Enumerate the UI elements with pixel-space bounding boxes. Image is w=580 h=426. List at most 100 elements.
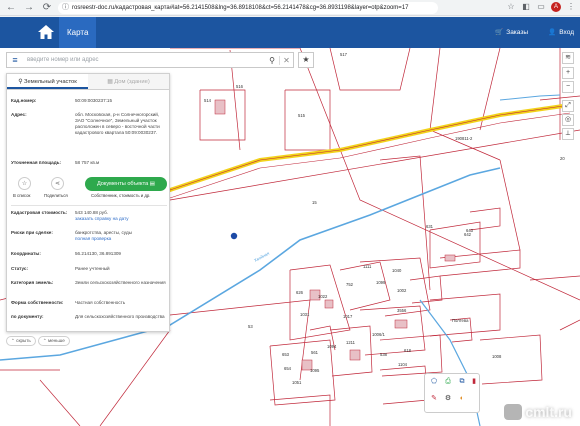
kebab-menu-icon[interactable]: ⋮ bbox=[566, 2, 576, 12]
cad-num-value[interactable]: 50:09:0030237:15 bbox=[75, 98, 167, 104]
map-label: 1051 bbox=[292, 380, 302, 385]
map-label: 53 bbox=[248, 324, 253, 329]
coords-value: 56.214130, 36.891309 bbox=[75, 251, 121, 256]
clear-icon[interactable]: ✕ bbox=[279, 55, 293, 65]
object-documents-button[interactable]: Документы объекта ▤ bbox=[85, 177, 167, 191]
share-button[interactable]: ⋖ bbox=[51, 177, 64, 190]
map-label: 15 bbox=[312, 200, 317, 205]
less-button[interactable]: ⌃ меньше bbox=[37, 336, 70, 346]
add-to-list-button[interactable]: ☆ bbox=[18, 177, 31, 190]
object-documents-sub: Собственник, стоимость и др. bbox=[91, 193, 151, 198]
map-label: 1099 bbox=[376, 280, 386, 285]
usage-label: по документу: bbox=[11, 314, 44, 319]
panel-collapse-controls: ⌃ скрыть ⌃ меньше bbox=[6, 336, 70, 346]
selected-parcel-marker[interactable] bbox=[230, 232, 238, 240]
map-label: 1022 bbox=[318, 294, 328, 299]
search-icon[interactable]: ⚲ bbox=[265, 56, 279, 65]
fullscreen-icon[interactable]: ⤢ bbox=[562, 100, 574, 112]
tab-map[interactable]: Карта bbox=[59, 17, 97, 48]
category-label: Категория земель: bbox=[11, 280, 54, 285]
status-label: Статус: bbox=[11, 266, 29, 271]
map-label: 561 bbox=[311, 350, 319, 355]
map-label: 1095 bbox=[310, 368, 320, 373]
search-bar: ≡ введите номер или адрес ⚲ ✕ bbox=[6, 52, 294, 68]
tab-icon[interactable]: ▭ bbox=[536, 2, 546, 12]
camera-icon bbox=[504, 404, 523, 420]
usage-row: по документу: Для сельскохозяйственного … bbox=[11, 314, 167, 320]
cad-num-row: Кад.номер: 50:09:0030237:15 bbox=[11, 98, 167, 104]
hide-panel-button[interactable]: ⌃ скрыть bbox=[6, 336, 36, 346]
polygon-tool-icon[interactable]: ⬠ bbox=[429, 377, 439, 387]
address-value: обл. Московская, р-н Солнечногорский, ЗА… bbox=[75, 112, 160, 135]
hamburger-menu-icon[interactable]: ≡ bbox=[7, 55, 23, 65]
orders-link[interactable]: 🛒 Заказы bbox=[495, 17, 528, 48]
object-documents-label: Документы объекта bbox=[96, 181, 149, 187]
login-link[interactable]: 👤 Вход bbox=[548, 17, 574, 48]
copy-tool-icon[interactable]: ⧉ bbox=[457, 377, 467, 387]
order-cost-certificate-link[interactable]: заказать справку на дату bbox=[75, 216, 167, 222]
map-label: 752 bbox=[346, 282, 354, 287]
orders-label: Заказы bbox=[506, 29, 528, 36]
user-icon: 👤 bbox=[548, 29, 557, 36]
address-row: Адрес: обл. Московская, р-н Солнечногорс… bbox=[11, 112, 167, 136]
locate-icon[interactable]: ◎ bbox=[562, 114, 574, 126]
risk-label: Риски при сделке: bbox=[11, 230, 53, 235]
zoom-out-icon[interactable]: − bbox=[562, 81, 574, 93]
home-icon[interactable] bbox=[36, 23, 56, 41]
map-label: 654 bbox=[284, 366, 292, 371]
map-label: 1211 bbox=[346, 340, 356, 345]
map-label: 626 bbox=[296, 290, 304, 295]
bookmark-star-icon[interactable]: ☆ bbox=[506, 2, 516, 12]
area-label: Уточненная площадь: bbox=[11, 160, 61, 165]
map-label: 631 bbox=[426, 224, 434, 229]
profile-avatar[interactable]: А bbox=[551, 2, 561, 12]
ownership-label: Форма собственности: bbox=[11, 300, 64, 305]
map-label: 1031 bbox=[300, 312, 310, 317]
cart-icon: 🛒 bbox=[495, 29, 504, 36]
reload-icon[interactable]: ⟳ bbox=[40, 1, 54, 15]
usage-value: Для сельскохозяйственного производства bbox=[75, 314, 165, 319]
map-label: 1017 bbox=[343, 314, 353, 319]
url-text: rosreestr-doc.ru/кадастровая_карта#lat=5… bbox=[72, 5, 409, 11]
map-label: 3556 bbox=[397, 308, 407, 313]
map-label: 1104 bbox=[398, 362, 408, 367]
cad-num-label: Кад.номер: bbox=[11, 98, 37, 103]
address-label: Адрес: bbox=[11, 112, 27, 117]
print-tool-icon[interactable]: ⎙ bbox=[443, 377, 453, 387]
category-value: Земли сельскохозяйственного назначения bbox=[75, 280, 166, 285]
map-label: 515 bbox=[298, 113, 306, 118]
category-row: Категория земель: Земли сельскохозяйстве… bbox=[11, 280, 167, 286]
map-label: 1111 bbox=[363, 264, 372, 269]
address-bar[interactable]: ⓘ rosreestr-doc.ru/кадастровая_карта#lat… bbox=[58, 2, 438, 14]
map-label: 514 bbox=[204, 98, 212, 103]
settings-tool-icon[interactable]: ⚙ bbox=[443, 394, 453, 404]
full-check-link[interactable]: полная проверка bbox=[75, 236, 167, 242]
divider bbox=[11, 205, 167, 206]
map-label: 1006/1 bbox=[372, 332, 385, 337]
cost-row: Кадастровая стоимость: 543 140.88 руб. з… bbox=[11, 210, 167, 222]
coords-row: Координаты: 56.214130, 36.891309 bbox=[11, 251, 167, 257]
back-icon[interactable]: ← bbox=[4, 1, 18, 15]
ownership-row: Форма собственности: Частная собственнос… bbox=[11, 300, 167, 306]
pin-tool-icon[interactable]: ▮ bbox=[469, 377, 479, 387]
ruler-icon[interactable]: ⟂ bbox=[562, 128, 574, 140]
layers-icon[interactable]: ≋ bbox=[562, 52, 574, 64]
forward-icon[interactable]: → bbox=[22, 1, 36, 15]
site-info-icon[interactable]: ⓘ bbox=[62, 2, 69, 14]
sound-tool-icon[interactable]: ◐ bbox=[457, 394, 467, 404]
share-icon: ⋖ bbox=[54, 181, 61, 187]
search-input[interactable]: введите номер или адрес bbox=[23, 57, 265, 63]
share-label: Поделиться bbox=[44, 193, 68, 198]
tab-building[interactable]: ▦ Дом (здание) bbox=[88, 74, 169, 89]
tab-land-plot[interactable]: ⚲ Земельный участок bbox=[7, 74, 88, 89]
add-to-list-label: В список bbox=[13, 193, 31, 198]
extension-icon[interactable]: ◧ bbox=[521, 2, 531, 12]
coords-label: Координаты: bbox=[11, 251, 41, 256]
browser-toolbar: ← → ⟳ ⓘ rosreestr-doc.ru/кадастровая_кар… bbox=[0, 0, 580, 16]
edit-tool-icon[interactable]: ✎ bbox=[429, 394, 439, 404]
site-header: Карта 🛒 Заказы 👤 Вход bbox=[0, 17, 580, 48]
star-icon: ☆ bbox=[21, 181, 28, 187]
favorites-star-icon[interactable]: ★ bbox=[298, 52, 314, 68]
less-label: меньше bbox=[47, 338, 65, 343]
zoom-in-icon[interactable]: + bbox=[562, 67, 574, 79]
